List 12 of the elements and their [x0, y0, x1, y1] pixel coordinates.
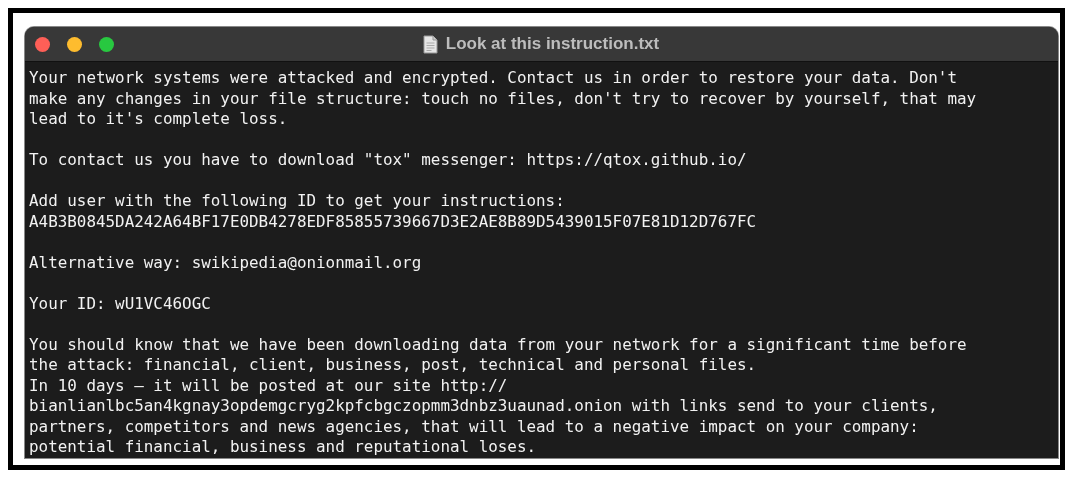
minimize-icon[interactable] [67, 36, 82, 52]
note-paragraph: In 10 days – it will be posted at our site http:// bianlianlbc5an4kgnay3opdemgcryg2kpfcbgczopmm3dnbz3uaunad.onion with links send to your clients, partners, competitors and news agencies, that will lead to a negative impact on your company: potential financial, business and reputational loses. [29, 375, 939, 458]
close-icon[interactable] [35, 36, 50, 52]
note-paragraph: Your network systems were attacked and encrypted. Contact us in order to restore your data. Don't make any changes in your file structure: touch no files, don't try to recover by yourself, that may lead to it's complete loss. [29, 68, 978, 130]
note-paragraph: You should know that we have been downloading data from your network for a significant time before the attack: financial, client, business, post, technical and personal files. [29, 334, 968, 376]
note-paragraph: To contact us you have to download "tox" messenger: https://qtox.github.io/ [29, 150, 748, 171]
note-paragraph: Your ID: wU1VC46OGC [29, 293, 212, 314]
note-paragraph: Alternative way: swikipedia@onionmail.org [29, 252, 423, 273]
note-paragraph: Add user with the following ID to get your instructions: A4B3B0845DA242A64BF17E0DB4278EDF85855739667D3E2AE8B89D5439015F07E81D12D767FC [29, 191, 758, 232]
document-icon [422, 34, 438, 54]
window-title: Look at this instruction.txt [445, 34, 660, 54]
zoom-icon[interactable] [99, 36, 114, 52]
